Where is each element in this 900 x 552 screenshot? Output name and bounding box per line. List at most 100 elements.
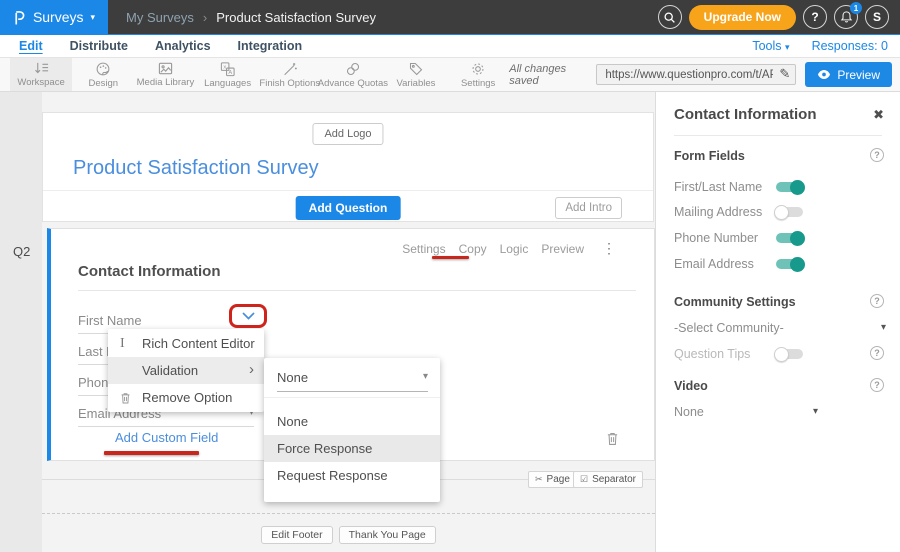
workspace-icon [33, 61, 50, 76]
separator-button[interactable]: ☑ Separator [573, 471, 643, 488]
survey-footer-buttons: Edit Footer Thank You Page [42, 526, 655, 544]
tab-edit[interactable]: Edit [19, 39, 43, 53]
toolbar-variables[interactable]: Variables [385, 58, 447, 91]
delete-question-button[interactable] [606, 431, 619, 451]
bell-icon [840, 10, 853, 24]
chevron-down-icon[interactable]: ▾ [881, 322, 886, 333]
help-icon[interactable]: ? [870, 378, 884, 392]
separator-icon: ☑ [580, 474, 588, 485]
search-icon [663, 11, 676, 24]
more-options-icon[interactable]: ⋮ [602, 240, 616, 257]
menu-item-remove-option[interactable]: Remove Option [108, 384, 264, 411]
validation-select[interactable]: None ▾ [277, 370, 428, 392]
chevron-down-icon[interactable] [242, 312, 255, 320]
product-menu[interactable]: Surveys ▾ [0, 0, 108, 34]
toggle-label-mailing-address: Mailing Address [674, 205, 762, 219]
community-settings-heading: Community Settings [674, 295, 796, 309]
toggle-knob [790, 257, 805, 272]
survey-url-input[interactable] [596, 64, 796, 85]
tab-integration[interactable]: Integration [238, 39, 303, 53]
toggle-phone-number[interactable] [776, 233, 803, 243]
panel-divider [674, 135, 882, 136]
toolbar-advance-quotas[interactable]: Advance Quotas [321, 58, 385, 91]
toggle-mailing-address[interactable] [776, 207, 803, 217]
toggle-knob [774, 347, 789, 362]
annotation-underline-add-custom-field [104, 451, 199, 455]
chevron-down-icon[interactable]: ▾ [813, 406, 818, 417]
trash-icon [120, 391, 131, 404]
help-icon[interactable]: ? [870, 294, 884, 308]
chevron-down-icon: ▾ [423, 371, 428, 382]
close-icon[interactable]: ✖ [873, 107, 884, 123]
top-bar: Surveys ▾ My Surveys › Product Satisfact… [0, 0, 900, 34]
menu-item-validation[interactable]: Validation › [108, 357, 264, 384]
responses-count[interactable]: Responses: 0 [812, 39, 888, 53]
scissors-icon: ✂ [535, 474, 543, 485]
help-icon[interactable]: ? [870, 346, 884, 360]
svg-text:A: A [228, 69, 232, 75]
breadcrumb-my-surveys[interactable]: My Surveys [126, 10, 194, 25]
eye-icon [817, 69, 831, 80]
notifications-button[interactable]: 1 [834, 5, 858, 29]
toolbar-media-library[interactable]: Media Library [134, 58, 196, 91]
question-copy-link[interactable]: Copy [459, 242, 487, 256]
form-fields-heading: Form Fields [674, 149, 745, 163]
toggle-question-tips[interactable] [776, 349, 803, 359]
help-icon[interactable]: ? [870, 148, 884, 162]
question-settings-panel: Contact Information ✖ Form Fields ? Firs… [655, 92, 900, 552]
text-cursor-icon: I [120, 336, 125, 352]
video-heading: Video [674, 379, 708, 393]
toggle-email-address[interactable] [776, 259, 803, 269]
question-tips-label: Question Tips [674, 347, 750, 361]
option-none[interactable]: None [264, 408, 440, 435]
add-intro-button[interactable]: Add Intro [555, 197, 622, 219]
toolbar-languages[interactable]: x A Languages [197, 58, 259, 91]
toolbar-design[interactable]: Design [72, 58, 134, 91]
upgrade-now-button[interactable]: Upgrade Now [689, 5, 796, 30]
validation-options: None Force Response Request Response [264, 408, 440, 489]
toolbar-workspace[interactable]: Workspace [10, 58, 72, 91]
breadcrumb: My Surveys › Product Satisfaction Survey [126, 10, 376, 25]
select-community-dropdown[interactable]: -Select Community- [674, 321, 784, 335]
breadcrumb-current-survey: Product Satisfaction Survey [216, 10, 376, 25]
edit-url-icon[interactable]: ✎ [779, 66, 790, 82]
tab-analytics[interactable]: Analytics [155, 39, 211, 53]
field-context-menu: I Rich Content Editor Validation › Remov… [108, 329, 264, 412]
avatar[interactable]: S [865, 5, 889, 29]
toggle-knob [790, 231, 805, 246]
preview-button[interactable]: Preview [805, 62, 892, 87]
breadcrumb-separator-icon: › [203, 10, 207, 25]
validation-submenu: None ▾ None Force Response Request Respo… [264, 358, 440, 502]
video-dropdown[interactable]: None [674, 405, 704, 419]
tools-menu[interactable]: Tools ▾ [752, 39, 789, 53]
help-button[interactable]: ? [803, 5, 827, 29]
question-divider [78, 290, 636, 291]
add-custom-field-link[interactable]: Add Custom Field [115, 430, 218, 445]
survey-title[interactable]: Product Satisfaction Survey [73, 157, 319, 180]
tab-distribute[interactable]: Distribute [70, 39, 128, 53]
menu-item-rich-content-editor[interactable]: I Rich Content Editor [108, 330, 264, 357]
dashed-divider [42, 513, 655, 514]
search-button[interactable] [658, 5, 682, 29]
edit-footer-button[interactable]: Edit Footer [261, 526, 332, 544]
palette-icon [95, 61, 111, 77]
chevron-down-icon: ▾ [785, 42, 790, 52]
question-title[interactable]: Contact Information [78, 263, 221, 280]
survey-url-wrap: ✎ [596, 64, 796, 85]
main-area: Q2 Add Logo Product Satisfaction Survey … [0, 92, 900, 552]
questionpro-survey-editor: Surveys ▾ My Surveys › Product Satisfact… [0, 0, 900, 552]
question-logic-link[interactable]: Logic [500, 242, 529, 256]
question-preview-link[interactable]: Preview [541, 242, 584, 256]
toolbar-finish-options[interactable]: Finish Options [259, 58, 321, 91]
add-logo-button[interactable]: Add Logo [312, 123, 383, 145]
survey-nav-tabs: Edit Distribute Analytics Integration [19, 39, 302, 53]
option-request-response[interactable]: Request Response [264, 462, 440, 489]
topbar-actions: Upgrade Now ? 1 S [658, 5, 900, 30]
gear-icon [470, 61, 486, 77]
toolbar-settings[interactable]: Settings [447, 58, 509, 91]
toggle-first-last-name[interactable] [776, 182, 803, 192]
add-question-button[interactable]: Add Question [296, 196, 401, 220]
option-force-response[interactable]: Force Response [264, 435, 440, 462]
question-settings-link[interactable]: Settings [402, 242, 445, 256]
thank-you-page-button[interactable]: Thank You Page [339, 526, 436, 544]
